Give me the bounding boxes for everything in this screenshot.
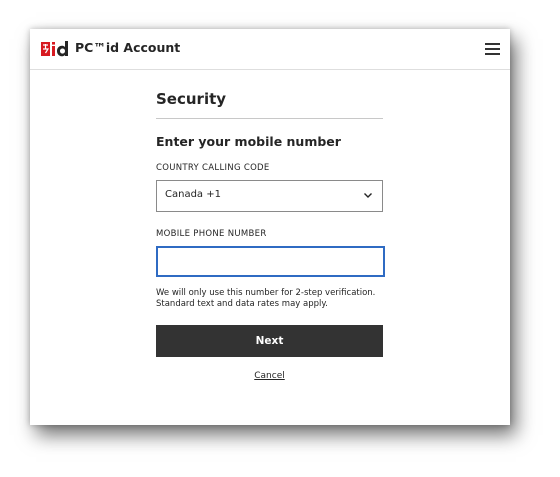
hamburger-menu-icon[interactable] xyxy=(485,41,501,57)
next-button[interactable]: Next xyxy=(156,325,383,357)
phone-number-input[interactable] xyxy=(156,246,385,277)
page-title: Security xyxy=(156,90,227,108)
account-window: PC™id Account Security Enter your mobile… xyxy=(30,29,510,425)
chevron-down-icon xyxy=(364,193,372,198)
security-form: Security Enter your mobile number COUNTR… xyxy=(156,89,385,381)
country-code-select[interactable]: Canada +1 xyxy=(156,180,383,212)
country-code-label: COUNTRY CALLING CODE xyxy=(156,163,270,173)
helper-text: We will only use this number for 2-step … xyxy=(156,288,376,309)
form-subtitle: Enter your mobile number xyxy=(156,134,341,149)
app-header: PC™id Account xyxy=(30,29,510,70)
title-divider xyxy=(156,118,383,119)
country-code-value: Canada +1 xyxy=(165,189,221,200)
pc-id-logo-icon xyxy=(41,41,68,57)
cancel-link[interactable]: Cancel xyxy=(240,371,300,381)
phone-number-label: MOBILE PHONE NUMBER xyxy=(156,229,267,239)
account-title: PC™id Account xyxy=(75,40,181,55)
